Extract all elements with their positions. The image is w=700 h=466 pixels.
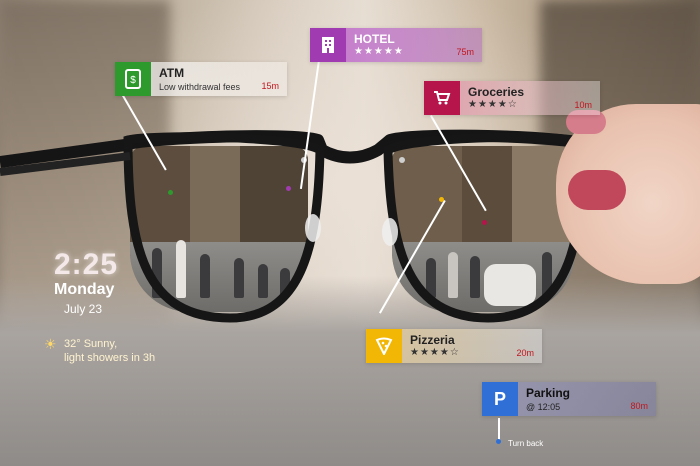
- pizzeria-anchor-dot: [439, 197, 444, 202]
- groceries-stars: ★★★★☆: [468, 99, 518, 110]
- turn-back-dot: [496, 439, 501, 444]
- parking-card[interactable]: P Parking @ 12:05 80m: [482, 382, 656, 416]
- pizzeria-title: Pizzeria: [410, 333, 455, 347]
- groceries-anchor-dot: [482, 220, 487, 225]
- weather-line-1: 32° Sunny,: [64, 338, 118, 350]
- pizzeria-stars: ★★★★☆: [410, 347, 460, 358]
- atm-icon: $: [115, 62, 151, 96]
- right-lens-view: [392, 146, 575, 312]
- pizzeria-card[interactable]: Pizzeria ★★★★☆ 20m: [366, 329, 542, 363]
- fingernail: [568, 170, 626, 210]
- parking-leader-line: [498, 418, 500, 440]
- pizza-icon: [366, 329, 402, 363]
- hotel-building-icon: [310, 28, 346, 62]
- clock-time: 2:25: [54, 248, 119, 281]
- atm-distance: 15m: [261, 81, 279, 91]
- groceries-distance: 10m: [574, 100, 592, 110]
- hotel-distance: 75m: [456, 47, 474, 57]
- left-lens-view: [130, 146, 308, 312]
- atm-anchor-dot: [168, 190, 173, 195]
- pizzeria-distance: 20m: [516, 348, 534, 358]
- day-label: Monday: [54, 281, 115, 298]
- weather-info: 32° Sunny, light showers in 3h: [46, 337, 155, 365]
- parking-distance: 80m: [630, 401, 648, 411]
- hotel-card[interactable]: HOTEL ★★★★★ 75m: [310, 28, 482, 62]
- atm-title: ATM: [159, 66, 185, 80]
- svg-text:$: $: [130, 75, 136, 86]
- street-ground: [0, 276, 700, 466]
- hotel-title: HOTEL: [354, 32, 395, 46]
- weather-line-2: light showers in 3h: [64, 352, 156, 364]
- groceries-card[interactable]: Groceries ★★★★☆ 10m: [424, 81, 600, 115]
- hotel-leader-line: [299, 60, 320, 190]
- date-label: July 23: [64, 302, 103, 316]
- shopping-cart-icon: [424, 81, 460, 115]
- parking-title: Parking: [526, 386, 571, 400]
- groceries-title: Groceries: [468, 85, 525, 99]
- turn-back-label[interactable]: Turn back: [508, 439, 543, 448]
- parking-icon: P: [482, 382, 518, 416]
- atm-card[interactable]: $ ATM Low withdrawal fees 15m: [115, 62, 287, 96]
- hotel-anchor-dot: [286, 186, 291, 191]
- ar-glasses-scene: $ ATM Low withdrawal fees 15m HOTEL ★★★★…: [0, 0, 700, 466]
- trash-bag: [484, 264, 536, 306]
